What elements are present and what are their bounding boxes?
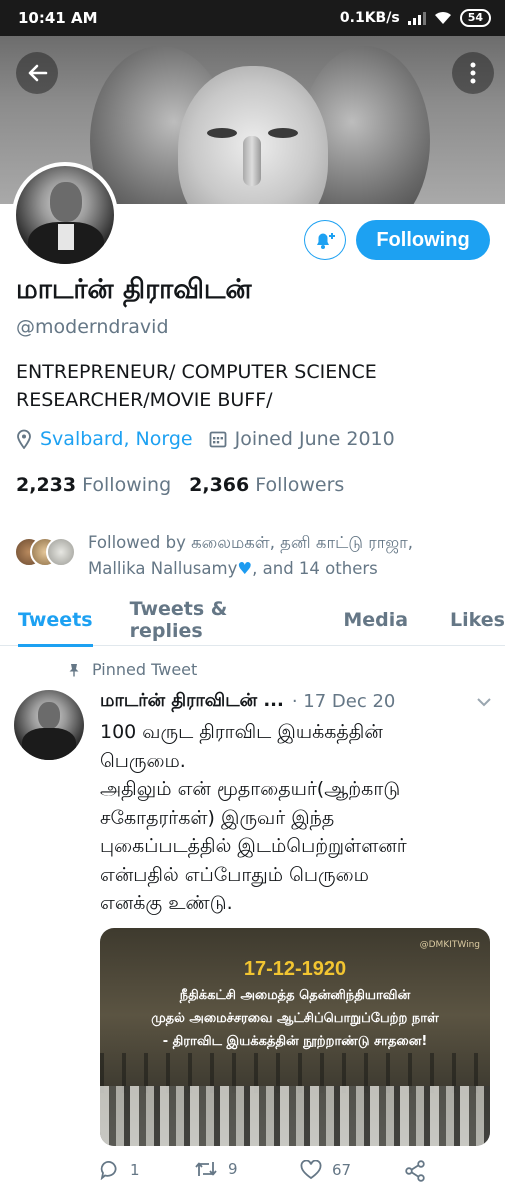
tweet-author-name[interactable]: மாடர்ன் திராவிடன் ... [100,690,284,713]
tab-likes[interactable]: Likes [450,594,505,646]
status-time: 10:41 AM [18,9,98,27]
heart-icon [300,1160,322,1180]
tweet-text: 100 வருட திராவிட இயக்கத்தின் பெருமை. அதி… [100,721,407,914]
blue-heart-icon: ♥ [237,559,253,578]
profile-stats: 2,233 Following 2,366 Followers [16,474,344,496]
pin-icon [69,663,79,676]
arrow-left-icon [28,64,48,82]
retweet-icon [195,1162,217,1176]
back-button[interactable] [16,52,58,94]
following-button[interactable]: Following [356,220,490,260]
reply-count: 1 [130,1161,140,1179]
notifications-bell-button[interactable] [304,220,346,260]
media-caption-line: - திராவிட இயக்கத்தின் நூற்றாண்டு சாதனை! [162,1034,428,1049]
tweet-author-avatar[interactable] [14,690,84,760]
share-icon [405,1160,425,1182]
location-pin-icon [17,429,31,449]
media-date: 17-12-1920 [243,958,347,980]
tweet-date[interactable]: · 17 Dec 20 [292,691,396,712]
followers-count-link[interactable]: 2,366 Followers [189,474,344,496]
battery-icon: 54 [459,9,491,27]
tab-tweets[interactable]: Tweets [18,594,93,647]
pinned-label: Pinned Tweet [68,660,197,679]
tweet-header: மாடர்ன் திராவிடன் ... · 17 Dec 20 [100,690,492,713]
followed-by-avatars [14,537,80,569]
avatar [46,537,76,567]
following-count-link[interactable]: 2,233 Following [16,474,171,496]
media-caption-line: முதல் அமைச்சரவை ஆட்சிப்பொறுப்பேற்ற நாள் [151,1011,439,1026]
profile-location-link[interactable]: Svalbard, Norge [40,428,193,450]
status-bar: 10:41 AM 0.1KB/s 54 [0,0,505,36]
calendar-icon [209,431,227,448]
like-button[interactable]: 67 [300,1160,351,1180]
profile-handle: @moderndravid [16,316,169,338]
reply-button[interactable]: 1 [100,1160,140,1180]
tweet-actions: 1 9 67 [100,1160,440,1186]
reply-icon [100,1161,117,1180]
wifi-icon [434,11,451,24]
like-count: 67 [332,1161,352,1179]
tab-tweets-and-replies[interactable]: Tweets & replies [130,594,306,646]
retweet-count: 9 [228,1160,238,1178]
status-indicators: 0.1KB/s 54 [340,9,491,27]
chevron-down-icon[interactable] [476,697,492,707]
more-vertical-icon [470,62,476,84]
tweet-media-image[interactable]: @DMKITWing 17-12-1920 நீதிக்கட்சி அமைத்த… [100,928,490,1146]
media-caption-line: நீதிக்கட்சி அமைத்த தென்னிந்தியாவின் [179,988,411,1003]
bio-line: RESEARCHER/MOVIE BUFF/ [16,389,273,411]
profile-tabs: Tweets Tweets & replies Media Likes [0,594,505,647]
media-watermark: @DMKITWing [419,940,480,950]
tab-media[interactable]: Media [343,594,408,646]
profile-joined-date: Joined June 2010 [234,428,395,450]
retweet-button[interactable]: 9 [194,1160,238,1178]
profile-display-name: மாடர்ன் திராவிடன் [16,274,252,305]
bell-plus-icon [317,233,335,249]
more-options-button[interactable] [452,52,494,94]
share-button[interactable] [404,1160,426,1182]
profile-bio: ENTREPRENEUR/ COMPUTER SCIENCE RESEARCHE… [16,358,486,414]
signal-icon [407,11,426,25]
net-speed: 0.1KB/s [339,10,400,26]
followed-by-text[interactable]: Followed by கலைமகள், தனி காட்டு ராஜா, Ma… [88,530,493,582]
bio-line: ENTREPRENEUR/ COMPUTER SCIENCE [16,361,377,383]
profile-avatar[interactable] [12,162,118,268]
profile-meta: Svalbard, Norge Joined June 2010 [16,428,395,450]
